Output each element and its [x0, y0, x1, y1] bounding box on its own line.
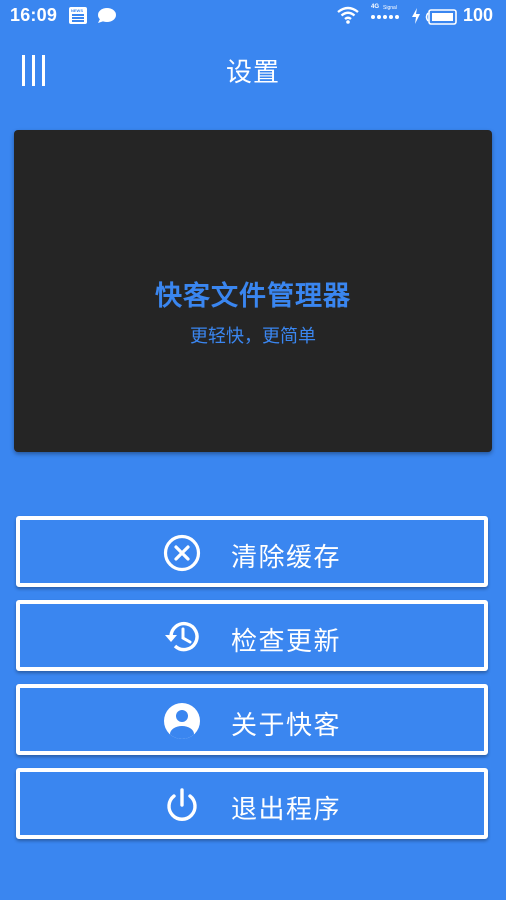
news-icon: NEWS	[69, 7, 87, 24]
clear-cache-label: 清除缓存	[231, 543, 342, 573]
check-update-label: 检查更新	[231, 627, 342, 657]
signal-icon: 4G Signal	[370, 4, 404, 28]
exit-label: 退出程序	[231, 795, 342, 825]
signal-label: Signal	[383, 5, 397, 11]
page-title: 设置	[225, 58, 280, 88]
about-label: 关于快客	[231, 711, 342, 741]
clear-cache-button[interactable]: 清除缓存	[16, 516, 488, 587]
account-circle-icon	[164, 703, 200, 739]
chat-icon	[98, 8, 116, 23]
battery-level: 100	[463, 5, 494, 25]
check-update-button[interactable]: 检查更新	[16, 600, 488, 671]
news-icon-label: NEWS	[71, 8, 83, 13]
power-icon	[167, 788, 197, 821]
history-icon	[165, 621, 199, 652]
battery-icon	[425, 9, 457, 25]
charging-icon	[412, 8, 420, 24]
banner-title: 快客文件管理器	[155, 281, 351, 312]
exit-button[interactable]: 退出程序	[16, 768, 488, 839]
clear-circle-icon	[163, 534, 201, 572]
status-time: 16:09	[10, 5, 58, 25]
app-banner: 快客文件管理器 更轻快，更简单	[14, 130, 492, 452]
banner-subtitle: 更轻快，更简单	[190, 326, 316, 347]
wifi-icon	[337, 6, 359, 24]
signal-type: 4G	[371, 4, 380, 10]
about-button[interactable]: 关于快客	[16, 684, 488, 755]
status-bar: 16:09 NEWS 4G Signal 100	[0, 0, 506, 34]
